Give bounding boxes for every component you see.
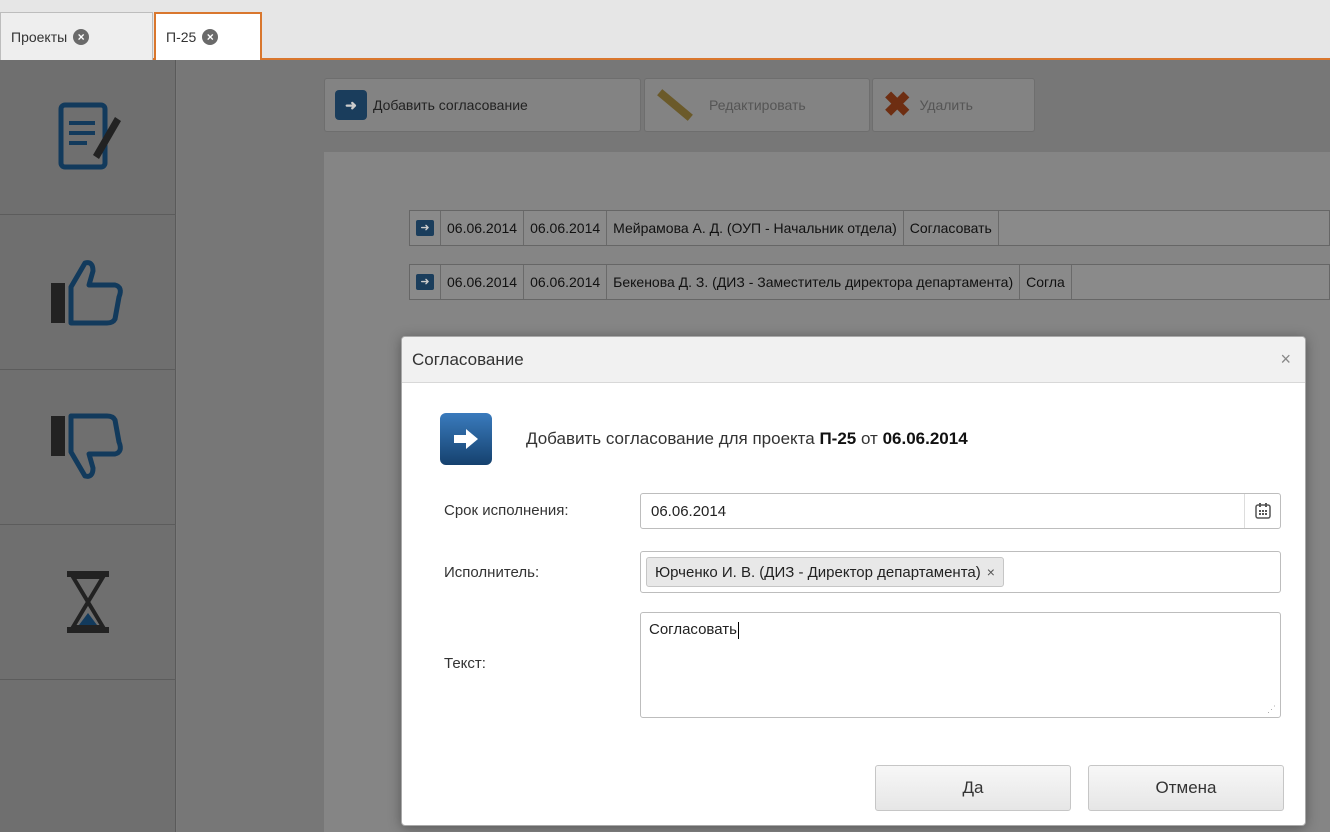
pencil-icon (657, 89, 693, 121)
cancel-button[interactable]: Отмена (1088, 765, 1284, 811)
tab-p25[interactable]: П-25 × (154, 12, 262, 60)
row-arrow-cell[interactable]: ➜ (410, 265, 441, 299)
delete-x-icon: ✖ (883, 86, 912, 124)
table-row[interactable]: ➜ 06.06.2014 06.06.2014 Бекенова Д. З. (… (409, 264, 1330, 300)
executor-tag: Юрченко И. В. (ДИЗ - Директор департамен… (646, 557, 1004, 587)
executor-field[interactable]: Юрченко И. В. (ДИЗ - Директор департамен… (640, 551, 1281, 593)
deadline-date-field[interactable]: 06.06.2014 (640, 493, 1281, 529)
tab-p25-label: П-25 (166, 29, 197, 45)
sidebar-item-reject[interactable] (0, 370, 176, 525)
text-caret (737, 621, 739, 639)
project-date: 06.06.2014 (882, 429, 968, 448)
approval-dialog: Согласование × Добавить согласование для… (401, 336, 1306, 826)
arrow-right-icon: ➜ (416, 274, 434, 290)
tab-projects[interactable]: Проекты × (0, 12, 153, 60)
text-cell: Согла (1020, 265, 1072, 299)
add-approval-label: Добавить согласование (373, 97, 528, 113)
edit-button[interactable]: Редактировать (644, 78, 870, 132)
ok-button[interactable]: Да (875, 765, 1071, 811)
sidebar (0, 60, 176, 832)
sidebar-item-pending[interactable] (0, 525, 176, 680)
edit-label: Редактировать (709, 97, 806, 113)
calendar-icon[interactable] (1244, 494, 1280, 528)
date-cell: 06.06.2014 (441, 211, 525, 245)
date-cell: 06.06.2014 (524, 265, 608, 299)
close-tab-icon[interactable]: × (202, 29, 219, 45)
project-code: П-25 (819, 429, 857, 448)
text-cell: Согласовать (904, 211, 999, 245)
document-sign-icon (58, 102, 121, 170)
sidebar-item-approvals[interactable] (0, 60, 176, 215)
arrow-right-icon (440, 413, 492, 465)
close-icon[interactable]: × (1280, 350, 1291, 368)
remove-tag-icon[interactable]: × (987, 564, 995, 580)
intro-mid: от (856, 429, 883, 448)
tab-projects-label: Проекты (11, 28, 68, 45)
dialog-intro: Добавить согласование для проекта П-25 о… (440, 413, 968, 465)
sidebar-item-approve[interactable] (0, 215, 176, 370)
text-label: Текст: (444, 655, 486, 672)
resize-grip-icon[interactable]: ⋰ (1267, 704, 1277, 714)
person-cell: Мейрамова А. Д. (ОУП - Начальник отдела) (607, 211, 904, 245)
intro-text: Добавить согласование для проекта П-25 о… (526, 429, 968, 449)
hourglass-icon (67, 571, 109, 633)
executor-label: Исполнитель: (444, 564, 540, 581)
dialog-header: Согласование × (402, 337, 1305, 383)
person-cell: Бекенова Д. З. (ДИЗ - Заместитель директ… (607, 265, 1021, 299)
executor-tag-label: Юрченко И. В. (ДИЗ - Директор департамен… (655, 563, 981, 581)
deadline-value: 06.06.2014 (651, 502, 727, 520)
row-arrow-cell[interactable]: ➜ (410, 211, 441, 245)
date-cell: 06.06.2014 (441, 265, 525, 299)
add-approval-button[interactable]: ➜ Добавить согласование (324, 78, 641, 132)
tab-strip: Проекты × П-25 × (0, 0, 1330, 60)
text-value: Согласовать (649, 621, 737, 638)
delete-button[interactable]: ✖ Удалить (872, 78, 1035, 132)
text-area[interactable]: Согласовать ⋰ (640, 612, 1281, 718)
arrow-right-icon: ➜ (335, 90, 367, 120)
date-cell: 06.06.2014 (524, 211, 608, 245)
close-tab-icon[interactable]: × (73, 28, 90, 45)
deadline-label: Срок исполнения: (444, 502, 569, 519)
table-row[interactable]: ➜ 06.06.2014 06.06.2014 Мейрамова А. Д. … (409, 210, 1330, 246)
thumbs-up-icon (51, 260, 123, 326)
thumbs-down-icon (51, 413, 123, 479)
delete-label: Удалить (919, 97, 973, 113)
dialog-title: Согласование (412, 349, 524, 369)
intro-prefix: Добавить согласование для проекта (526, 429, 820, 448)
arrow-right-icon: ➜ (416, 220, 434, 236)
